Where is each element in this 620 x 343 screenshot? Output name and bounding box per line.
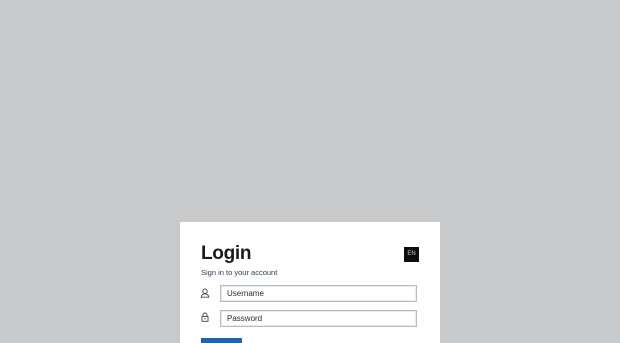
login-subtitle: Sign in to your account: [201, 268, 278, 277]
page-title: Login: [201, 243, 252, 264]
login-page: Login Sign in to your account EN: [0, 0, 620, 343]
lock-icon: [200, 309, 210, 322]
password-field[interactable]: [220, 310, 417, 327]
username-field[interactable]: [220, 285, 417, 302]
user-icon: [200, 285, 210, 298]
language-button[interactable]: EN: [404, 247, 419, 262]
login-card: Login Sign in to your account EN: [180, 222, 440, 343]
login-button[interactable]: [201, 338, 242, 343]
